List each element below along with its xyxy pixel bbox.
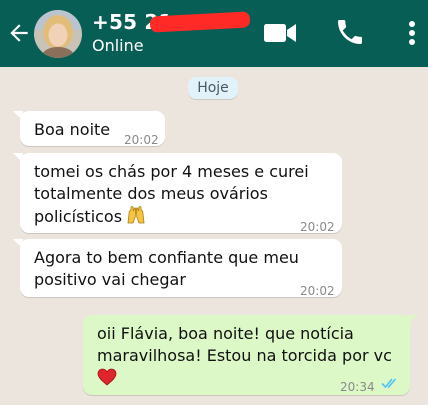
message-text: Agora to bem confiante que meu positivo … [34,248,299,289]
bubble-tail [407,315,417,325]
incoming-message[interactable]: tomei os chás por 4 meses e curei totalm… [13,153,342,234]
bubble-tail [13,111,23,121]
video-camera-icon[interactable] [263,20,297,46]
chat-header: +55 21 Online [0,0,428,67]
message-text: Boa noite [34,120,111,139]
avatar[interactable] [34,10,82,58]
incoming-message[interactable]: Boa noite 20:02 [13,111,165,147]
message-time: 20:02 [300,284,335,298]
outgoing-message[interactable]: oii Flávia, boa noite! que notícia marav… [83,315,417,395]
bubble-tail [13,153,23,163]
phone-icon[interactable] [334,16,366,48]
arrow-left-icon[interactable] [6,20,32,46]
bubble-tail [13,239,23,249]
message-time: 20:02 [124,133,159,147]
double-check-read-icon [381,378,397,389]
message-text: tomei os chás por 4 meses e curei totalm… [34,162,309,226]
message-time: 20:02 [300,220,335,234]
date-chip: Hoje [188,77,238,99]
red-heart-emoji-icon [97,368,117,386]
contact-status: Online [92,36,144,55]
message-list[interactable]: Hoje Boa noite 20:02 tomei os chás por 4… [0,67,428,405]
more-vertical-icon[interactable] [402,18,422,48]
raised-hands-emoji-icon [127,206,145,224]
incoming-message[interactable]: Agora to bem confiante que meu positivo … [13,239,342,298]
message-time: 20:34 [340,380,375,394]
